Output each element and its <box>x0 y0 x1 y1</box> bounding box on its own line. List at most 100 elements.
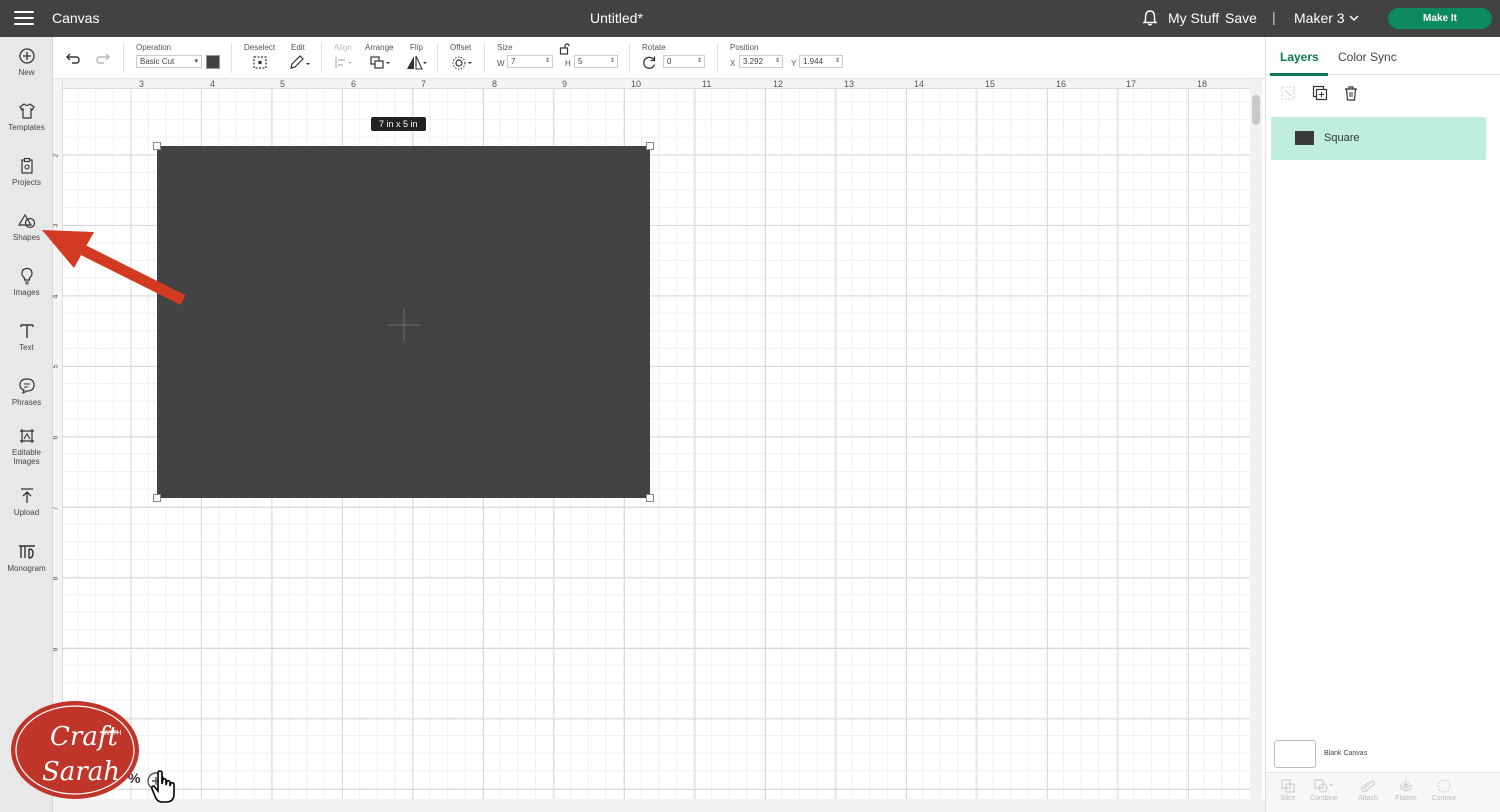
height-value: 5 <box>578 57 583 66</box>
stepper-icon[interactable]: ⇕ <box>775 56 780 67</box>
bell-icon[interactable] <box>1141 9 1159 27</box>
ruler-label: 5 <box>53 364 60 369</box>
sidebar-item-label: Editable <box>12 448 41 457</box>
offset-icon[interactable] <box>451 55 473 70</box>
craft-with-sarah-logo: Craft WITH Sarah <box>11 701 139 799</box>
machine-selector[interactable]: Maker 3 <box>1294 10 1345 26</box>
sidebar-item-new[interactable]: New <box>0 47 53 77</box>
ruler-label: 6 <box>53 435 60 440</box>
arrange-label: Arrange <box>365 43 394 52</box>
horizontal-ruler: 1 3 4 5 6 7 8 9 10 11 12 13 14 15 16 17 … <box>53 79 1251 89</box>
layer-name: Square <box>1324 132 1360 144</box>
group-icon[interactable] <box>1280 85 1296 101</box>
stepper-icon[interactable]: ⇕ <box>697 56 702 67</box>
sidebar-item-phrases[interactable]: Phrases <box>0 377 53 407</box>
shirt-icon <box>18 103 35 119</box>
document-title[interactable]: Untitled* <box>590 10 643 26</box>
save-button[interactable]: Save <box>1225 10 1257 26</box>
annotation-arrow <box>42 230 186 305</box>
divider <box>484 43 485 73</box>
sidebar-item-label: Templates <box>8 123 45 132</box>
make-it-button[interactable]: Make It <box>1388 8 1492 29</box>
caret-down-icon: ▾ <box>194 58 198 65</box>
flatten-button[interactable]: Flatten <box>1388 779 1424 802</box>
x-label: X <box>730 59 736 68</box>
pencil-icon[interactable] <box>289 55 311 70</box>
rotate-input[interactable]: 0 ⇕ <box>663 55 705 68</box>
my-stuff-link[interactable]: My Stuff <box>1168 10 1219 26</box>
color-swatch[interactable] <box>206 55 220 69</box>
menu-icon[interactable] <box>14 11 34 26</box>
redo-icon[interactable] <box>95 51 111 65</box>
hand-cursor-icon <box>150 770 175 803</box>
combine-button[interactable]: Combine <box>1306 779 1342 802</box>
flip-icon[interactable] <box>405 55 427 70</box>
vertical-scrollbar[interactable] <box>1250 79 1262 799</box>
divider <box>437 43 438 73</box>
flip-label: Flip <box>410 43 423 52</box>
tab-color-sync[interactable]: Color Sync <box>1338 50 1397 64</box>
design-canvas[interactable]: 1 3 4 5 6 7 8 9 10 11 12 13 14 15 16 17 … <box>53 79 1265 812</box>
operation-value: Basic Cut <box>140 57 175 66</box>
sidebar-item-text[interactable]: Text <box>0 322 53 352</box>
contour-button[interactable]: Contour <box>1426 779 1462 802</box>
ruler-label: 9 <box>562 79 568 89</box>
resize-handle-top-right[interactable] <box>646 142 654 150</box>
stepper-icon[interactable]: ⇕ <box>835 56 840 67</box>
width-label: W <box>497 59 505 68</box>
width-input[interactable]: 7 ⇕ <box>507 55 553 68</box>
ruler-label: 8 <box>492 79 498 89</box>
stepper-icon[interactable]: ⇕ <box>545 56 550 67</box>
deselect-icon[interactable] <box>252 55 268 70</box>
sidebar-item-monogram[interactable]: Monogram <box>0 543 53 573</box>
align-icon[interactable] <box>334 56 354 69</box>
layer-item[interactable]: Square <box>1271 117 1486 160</box>
ruler-label: 9 <box>53 647 60 652</box>
width-value: 7 <box>511 57 516 66</box>
flatten-icon <box>1399 780 1413 792</box>
active-tab-indicator <box>1270 73 1328 76</box>
ruler-label: 3 <box>53 223 60 228</box>
sidebar-item-label: New <box>18 68 35 77</box>
ruler-label: 2 <box>53 153 60 158</box>
plus-circle-icon <box>18 48 35 64</box>
divider: | <box>1272 9 1276 25</box>
duplicate-icon[interactable] <box>1312 85 1328 101</box>
undo-icon[interactable] <box>65 51 81 65</box>
stepper-icon[interactable]: ⇕ <box>610 56 615 67</box>
chevron-down-icon[interactable] <box>1348 12 1360 24</box>
attach-label: Attach <box>1358 795 1378 802</box>
arrange-icon[interactable] <box>369 55 391 70</box>
y-position-input[interactable]: 1.944 ⇕ <box>799 55 843 68</box>
resize-handle-top-left[interactable] <box>153 142 161 150</box>
x-position-input[interactable]: 3.292 ⇕ <box>739 55 783 68</box>
panel-tabs: Layers Color Sync <box>1266 37 1500 76</box>
ruler-label: 12 <box>773 79 784 89</box>
lock-icon[interactable] <box>559 43 571 55</box>
ruler-label: 15 <box>985 79 996 89</box>
rotate-icon[interactable] <box>642 55 657 70</box>
slice-button[interactable]: Slice <box>1270 779 1306 802</box>
horizontal-scrollbar[interactable] <box>53 799 1265 812</box>
blank-canvas-thumbnail[interactable] <box>1274 740 1316 768</box>
scrollbar-thumb[interactable] <box>1252 95 1260 125</box>
deselect-label: Deselect <box>244 43 276 52</box>
align-label: Align <box>334 43 352 52</box>
sidebar-item-templates[interactable]: Templates <box>0 102 53 132</box>
sidebar-item-label: Text <box>19 343 34 352</box>
speech-bubble-icon <box>18 378 35 395</box>
sidebar-item-projects[interactable]: Projects <box>0 157 53 187</box>
sidebar-item-label-line2: Images <box>13 457 40 466</box>
contour-icon <box>1437 779 1451 793</box>
operation-select[interactable]: Basic Cut ▾ <box>136 55 202 68</box>
height-input[interactable]: 5 ⇕ <box>574 55 618 68</box>
logo-text-with: WITH <box>103 729 122 737</box>
sidebar-item-upload[interactable]: Upload <box>0 487 53 517</box>
attach-button[interactable]: Attach <box>1350 779 1386 802</box>
resize-handle-bottom-right[interactable] <box>646 494 654 502</box>
tab-layers[interactable]: Layers <box>1280 50 1319 64</box>
contour-label: Contour <box>1431 795 1457 802</box>
resize-handle-bottom-left[interactable] <box>153 494 161 502</box>
sidebar-item-editable-images[interactable]: Editable Images <box>0 427 53 466</box>
trash-icon[interactable] <box>1343 85 1359 101</box>
